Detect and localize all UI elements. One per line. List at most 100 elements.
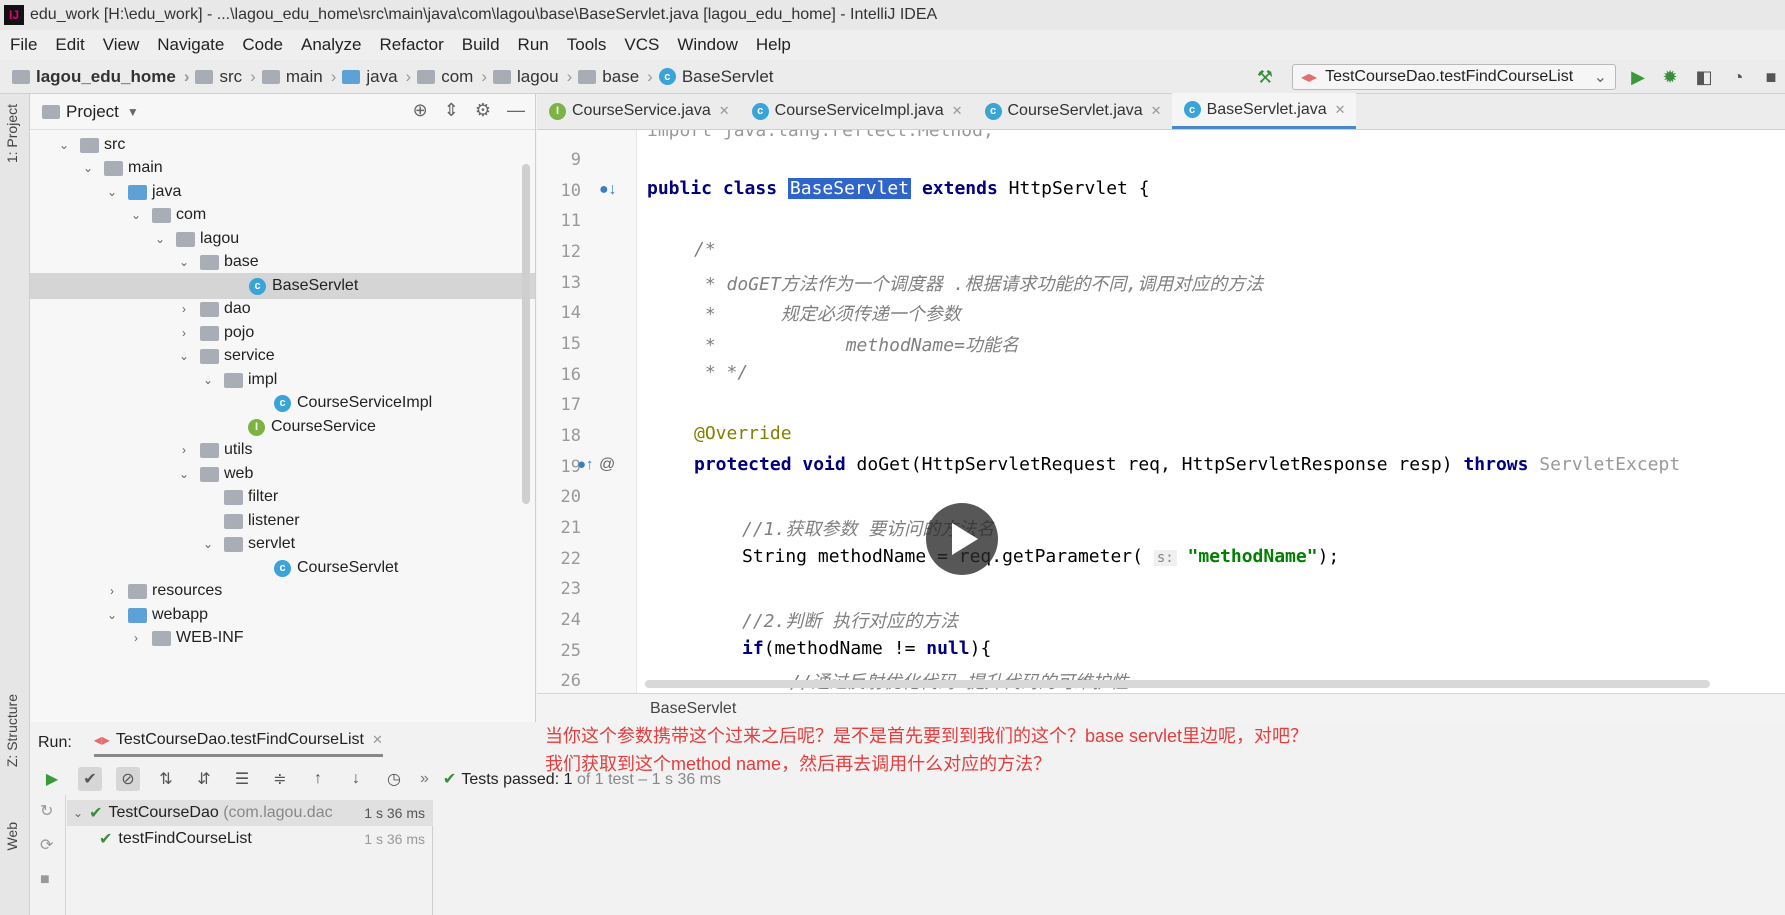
close-icon[interactable]: ✕ [952,103,963,119]
tree-item-courseserviceimpl[interactable]: c CourseServiceImpl [274,390,432,416]
tree-item-main[interactable]: ⌄ main [80,155,163,181]
profile-icon[interactable]: ◔ [1727,66,1749,88]
chevron-down-icon[interactable]: ▼ [127,105,139,119]
folder-icon [200,466,219,482]
code-editor[interactable]: 9 10 11 12 13 14 15 16 17 18 19 20 21 22… [537,130,1785,693]
previous-icon[interactable]: ↑ [306,767,330,791]
tree-item-dao[interactable]: › dao [176,296,251,322]
coverage-icon[interactable]: ◧ [1693,66,1715,88]
menu-tools[interactable]: Tools [567,35,607,55]
override-marker-icon[interactable]: ●↑ [577,456,594,473]
build-hammer-icon[interactable]: ⚒ [1254,66,1276,88]
menu-refactor[interactable]: Refactor [379,35,443,55]
junit-icon: ◂▸ [93,731,110,749]
close-icon[interactable]: ✕ [372,732,383,748]
window-title: edu_work [H:\edu_work] - ...\lagou_edu_h… [30,6,938,23]
left-tool-strip: 1: Project Z: Structure Web [0,94,30,915]
breadcrumb-baseservlet[interactable]: c BaseServlet [658,67,774,87]
class-icon: c [249,277,266,295]
close-icon[interactable]: ✕ [719,103,730,119]
run-tab[interactable]: ◂▸ TestCourseDao.testFindCourseList ✕ [93,730,383,757]
menu-run[interactable]: Run [518,35,549,55]
tree-item-service[interactable]: ⌄ service [176,343,275,369]
tree-item-utils[interactable]: › utils [176,437,252,463]
editor-horizontal-scrollbar[interactable] [645,680,1710,688]
close-icon[interactable]: ✕ [1335,102,1346,118]
breadcrumb-project[interactable]: lagou_edu_home › [12,67,189,87]
toggle-auto-test-icon[interactable]: ⟳ [40,835,53,855]
menu-view[interactable]: View [103,35,140,55]
editor-tab-bar: I CourseService.java ✕ c CourseServiceImpl.… [537,93,1785,130]
gear-icon[interactable]: ⚙ [475,100,491,121]
tree-item-servlet[interactable]: ⌄ servlet [200,531,295,557]
menu-file[interactable]: File [10,35,37,55]
code-line-25: if(methodName != null){ [742,638,992,659]
project-scrollbar[interactable] [522,164,530,504]
breadcrumb-lagou[interactable]: lagou › [493,67,572,87]
expand-all-icon[interactable]: ☰ [230,767,254,791]
sort-duration-icon[interactable]: ⇵ [192,767,216,791]
line-number: 24 [560,610,581,630]
show-ignored-icon[interactable]: ⊘ [116,767,140,791]
project-panel-title[interactable]: Project [66,102,119,122]
next-icon[interactable]: ↓ [344,767,368,791]
tab-courseservice[interactable]: I CourseService.java ✕ [537,93,740,129]
run-label: Run: [38,734,72,751]
more-icon[interactable]: » [420,770,429,788]
tree-item-resources[interactable]: › resources [104,578,222,604]
menu-vcs[interactable]: VCS [624,35,659,55]
breadcrumb-java[interactable]: java › [342,67,411,87]
tree-item-web-inf[interactable]: › WEB-INF [128,625,244,651]
tool-tab-web[interactable]: Web [4,822,20,851]
menu-window[interactable]: Window [677,35,737,55]
tool-tab-project[interactable]: 1: Project [4,104,20,163]
line-number: 9 [570,150,581,170]
collapse-all-icon[interactable]: ≑ [268,767,292,791]
menu-build[interactable]: Build [462,35,500,55]
menu-code[interactable]: Code [242,35,283,55]
history-icon[interactable]: ◷ [382,767,406,791]
locate-icon[interactable]: ⊕ [413,100,428,121]
show-passed-icon[interactable]: ✔ [78,767,102,791]
breadcrumb-base[interactable]: base › [578,67,653,87]
run-icon[interactable]: ▶ [1627,66,1649,88]
stop-icon[interactable]: ■ [40,871,50,889]
close-icon[interactable]: ✕ [1151,103,1162,119]
tab-courseservlet[interactable]: c CourseServlet.java ✕ [973,93,1172,129]
tab-baseservlet[interactable]: c BaseServlet.java ✕ [1171,93,1356,129]
sort-alpha-icon[interactable]: ⇅ [154,767,178,791]
menu-help[interactable]: Help [756,35,791,55]
chevron-down-icon: ⌄ [130,208,142,222]
tab-courseserviceimpl[interactable]: c CourseServiceImpl.java ✕ [740,93,973,129]
interface-icon: I [549,102,566,120]
code-line-18: @Override [694,423,792,444]
selected-identifier: BaseServlet [787,178,912,199]
rerun-failed-icon[interactable]: ↻ [40,801,53,821]
collapse-all-icon[interactable]: ⇕ [444,100,459,121]
debug-icon[interactable]: ✹ [1659,66,1681,88]
tree-item-com[interactable]: ⌄ com [128,202,206,228]
line-number: 14 [560,303,581,323]
tool-tab-structure[interactable]: Z: Structure [4,694,20,767]
tree-item-base[interactable]: ⌄ base [176,249,259,275]
rerun-icon[interactable]: ▶ [40,767,64,791]
tree-item-courseservlet[interactable]: c CourseServlet [274,555,398,581]
test-row-class[interactable]: ⌄ ✔ TestCourseDao (com.lagou.dac 1 s 36 … [67,800,433,826]
tree-item-courseservice[interactable]: I CourseService [248,414,376,440]
tree-item-baseservlet[interactable]: c BaseServlet [30,273,535,299]
menu-analyze[interactable]: Analyze [301,35,361,55]
tree-item-impl[interactable]: ⌄ impl [200,367,277,393]
test-row-method[interactable]: ✔ testFindCourseList 1 s 36 ms [67,826,433,852]
implements-marker-icon[interactable]: ●↓ [599,181,617,199]
stop-icon[interactable]: ■ [1760,66,1782,88]
menu-edit[interactable]: Edit [55,35,84,55]
breadcrumb-com[interactable]: com › [417,67,487,87]
menu-navigate[interactable]: Navigate [157,35,224,55]
breadcrumb-src[interactable]: src › [195,67,256,87]
hide-icon[interactable]: — [507,100,525,121]
tree-item-filter[interactable]: filter [224,484,278,510]
run-config-select[interactable]: ◂▸ TestCourseDao.testFindCourseList ⌄ [1292,64,1616,90]
editor-breadcrumb-item[interactable]: BaseServlet [650,700,736,718]
video-play-button[interactable] [926,503,998,575]
breadcrumb-main[interactable]: main › [261,67,336,87]
